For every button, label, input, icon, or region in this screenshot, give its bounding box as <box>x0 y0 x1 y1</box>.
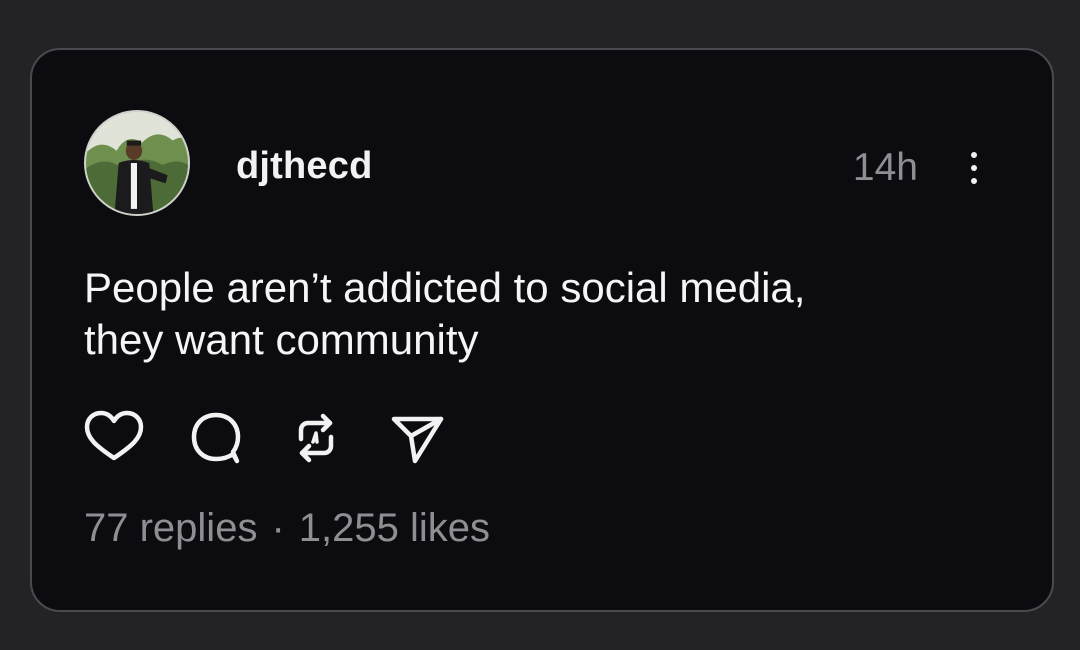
more-dot <box>971 152 977 158</box>
post-text-line: People aren’t addicted to social media, <box>84 264 806 311</box>
share-button[interactable] <box>385 408 449 468</box>
avatar-photo <box>86 112 188 214</box>
send-icon <box>391 416 444 464</box>
post-text: People aren’t addicted to social media, … <box>84 262 1004 366</box>
like-button[interactable] <box>82 408 146 468</box>
post-stats: 77 replies · 1,255 likes <box>84 506 490 551</box>
post-timestamp: 14h <box>852 146 918 189</box>
comment-bubble-icon <box>191 412 241 464</box>
post-card: djthecd 14h People aren’t addicted to so… <box>30 48 1054 612</box>
more-dot <box>971 178 977 184</box>
repost-button[interactable] <box>284 408 348 468</box>
stats-separator: · <box>271 506 285 550</box>
avatar[interactable] <box>84 110 190 216</box>
replies-count[interactable]: 77 replies <box>84 506 257 550</box>
more-dot <box>971 165 977 171</box>
more-options-icon[interactable] <box>954 148 994 188</box>
action-bar <box>82 408 486 468</box>
likes-count[interactable]: 1,255 likes <box>299 506 490 550</box>
post-text-line: they want community <box>84 316 479 363</box>
username[interactable]: djthecd <box>236 145 373 188</box>
repost-icon <box>298 413 334 463</box>
reply-button[interactable] <box>183 408 247 468</box>
heart-icon <box>84 410 144 461</box>
